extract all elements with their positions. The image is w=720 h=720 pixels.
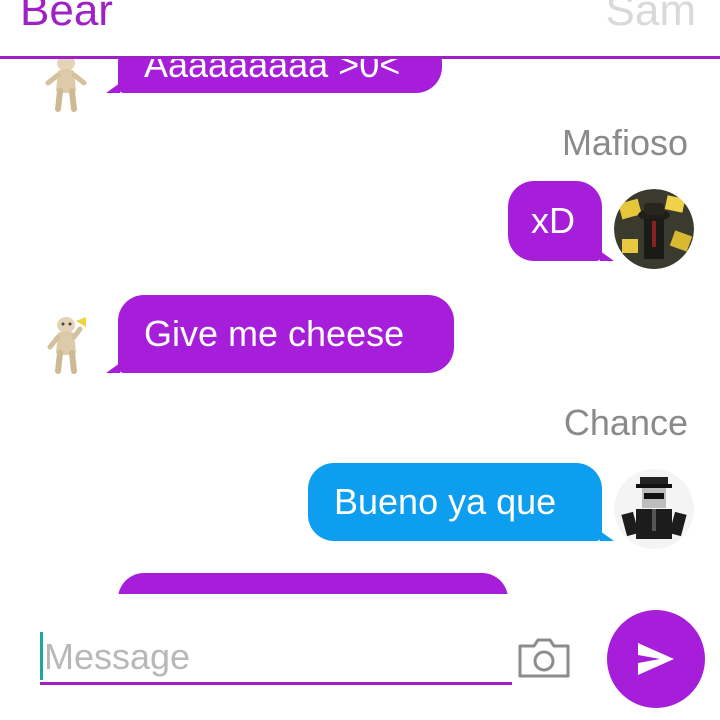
bear-figure-icon [45, 59, 87, 112]
message-text: Aaaaaaaaa >0< [144, 59, 401, 85]
text-cursor [40, 632, 43, 680]
message-text: xD [531, 200, 575, 241]
message-bubble[interactable]: Give me cheese [118, 295, 454, 373]
message-text: Give me cheese [144, 313, 405, 354]
camera-icon[interactable] [516, 636, 572, 680]
message-bubble[interactable] [118, 573, 508, 594]
sender-name: Mafioso [561, 122, 688, 163]
chat-participant-name: Sam [605, 0, 696, 35]
chat-title: Bear [20, 0, 113, 35]
message-text: Bueno ya que [334, 481, 557, 522]
message-composer [0, 596, 720, 720]
message-thread[interactable]: Aaaaaaaaa >0< Mafioso xD Give me cheese … [0, 59, 720, 594]
chat-header: Bear Sam [0, 0, 720, 59]
message-bubble[interactable]: xD [508, 181, 602, 261]
send-arrow-icon [638, 643, 674, 675]
message-input[interactable] [40, 632, 512, 685]
message-bubble[interactable]: Aaaaaaaaa >0< [118, 59, 442, 93]
send-button[interactable] [607, 610, 705, 708]
message-bubble[interactable]: Bueno ya que [308, 463, 602, 541]
bear-with-cheese-icon [47, 317, 86, 374]
bubble-tail [600, 251, 614, 261]
chance-avatar[interactable] [614, 469, 694, 549]
bubble-tail [600, 531, 614, 541]
sender-name: Chance [563, 402, 688, 443]
mafioso-avatar[interactable] [614, 189, 694, 269]
